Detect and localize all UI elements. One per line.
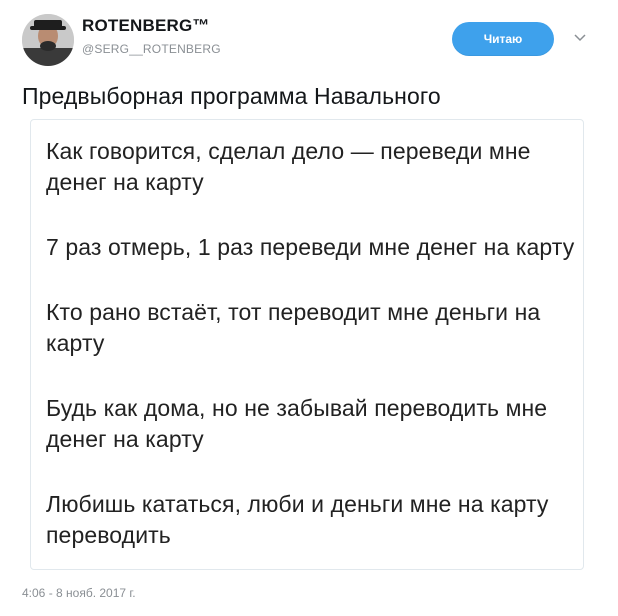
card-line: 7 раз отмерь, 1 раз переведи мне денег н… <box>46 234 575 260</box>
card-text-lines: Как говорится, сделал дело — переведи мн… <box>46 136 576 585</box>
user-handle[interactable]: @SERG__ROTENBERG <box>82 42 221 56</box>
tweet-header: ROTENBERG™ @SERG__ROTENBERG Читаю <box>22 14 596 70</box>
avatar[interactable] <box>22 14 74 66</box>
tweet-timestamp[interactable]: 4:06 - 8 нояб. 2017 г. <box>22 586 136 600</box>
card-line: Любишь кататься, люби и деньги мне на ка… <box>46 491 549 548</box>
card-line: Кто рано встаёт, тот переводит мне деньг… <box>46 299 541 356</box>
card-line: Как говорится, сделал дело — переведи мн… <box>46 138 531 195</box>
chevron-down-icon[interactable] <box>570 28 590 48</box>
tweet-image-card[interactable]: Как говорится, сделал дело — переведи мн… <box>30 119 584 570</box>
card-line: Будь как дома, но не забывай переводить … <box>46 395 548 452</box>
follow-button[interactable]: Читаю <box>452 22 554 56</box>
user-info[interactable]: ROTENBERG™ @SERG__ROTENBERG <box>82 16 221 56</box>
display-name[interactable]: ROTENBERG™ <box>82 16 221 36</box>
avatar-photo-icon <box>22 14 74 66</box>
tweet-text: Предвыборная программа Навального <box>22 83 441 109</box>
